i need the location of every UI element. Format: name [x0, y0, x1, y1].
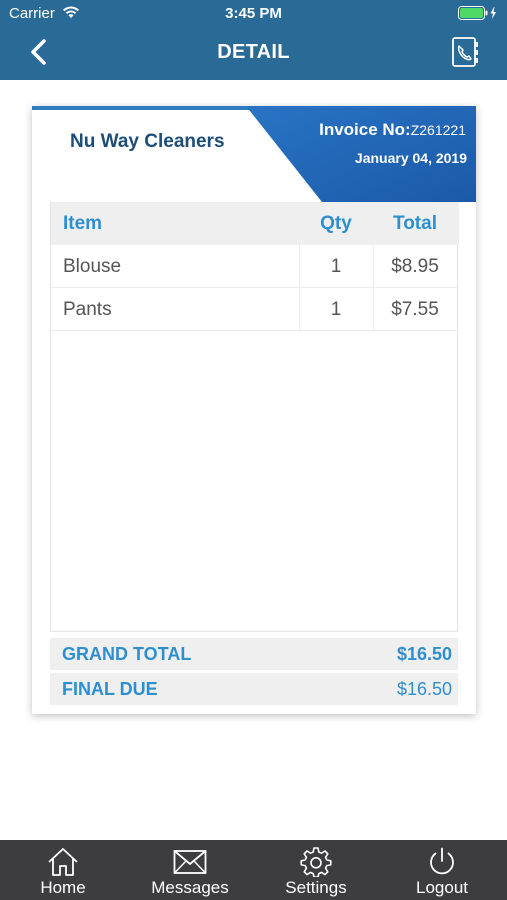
- final-due-value: $16.50: [396, 679, 452, 699]
- cell-total: $8.95: [391, 256, 439, 277]
- grand-total-row: GRAND TOTAL $16.50: [50, 638, 458, 670]
- tab-messages[interactable]: Messages: [138, 840, 242, 900]
- battery-icon: [458, 6, 496, 20]
- final-due-label: FINAL DUE: [62, 679, 158, 699]
- tab-home[interactable]: Home: [14, 840, 112, 900]
- gear-icon: [300, 847, 332, 877]
- items-table: Item Qty Total Blouse 1 $8.95 Pants 1 $7…: [50, 202, 459, 632]
- envelope-icon: [173, 850, 207, 874]
- invoice-number: Invoice No:Z261221: [319, 120, 466, 140]
- tab-logout-label: Logout: [416, 878, 468, 897]
- company-name: Nu Way Cleaners: [70, 131, 225, 152]
- phone-book-icon[interactable]: [448, 35, 482, 69]
- invoice-card: Nu Way Cleaners Invoice No:Z261221 Janua…: [32, 106, 476, 714]
- table-row[interactable]: Pants 1 $7.55: [51, 288, 457, 331]
- tab-bar: Home Messages Settings Logout: [0, 840, 507, 900]
- grand-total-label: GRAND TOTAL: [62, 644, 192, 664]
- final-due-row: FINAL DUE $16.50: [50, 673, 458, 705]
- power-icon: [430, 847, 454, 875]
- invoice-number-label: Invoice No:: [319, 120, 411, 139]
- page-title: DETAIL: [217, 41, 290, 63]
- top-bar: Carrier 3:45 PM DETAIL: [0, 0, 507, 80]
- tab-logout[interactable]: Logout: [393, 840, 491, 900]
- column-header-qty: Qty: [320, 213, 352, 234]
- cell-item: Blouse: [63, 256, 122, 277]
- invoice-number-value: Z261221: [410, 122, 466, 138]
- cell-item: Pants: [63, 299, 112, 320]
- home-icon: [48, 848, 78, 876]
- tab-home-label: Home: [40, 878, 86, 897]
- tab-settings[interactable]: Settings: [267, 840, 365, 900]
- cell-qty: 1: [330, 256, 342, 277]
- status-time: 3:45 PM: [225, 5, 282, 22]
- status-bar: Carrier 3:45 PM: [0, 0, 507, 28]
- invoice-date: January 04, 2019: [354, 150, 467, 166]
- tab-messages-label: Messages: [151, 878, 229, 897]
- app-screen: Carrier 3:45 PM DETAIL Nu Way Cleaners I…: [0, 0, 507, 900]
- cell-total: $7.55: [391, 299, 439, 320]
- tab-settings-label: Settings: [285, 878, 347, 897]
- grand-total-value: $16.50: [396, 644, 452, 664]
- cell-qty: 1: [330, 299, 342, 320]
- table-header: Item Qty Total: [51, 202, 459, 245]
- column-header-item: Item: [63, 213, 103, 234]
- column-header-total: Total: [393, 213, 437, 234]
- table-row[interactable]: Blouse 1 $8.95: [51, 245, 457, 288]
